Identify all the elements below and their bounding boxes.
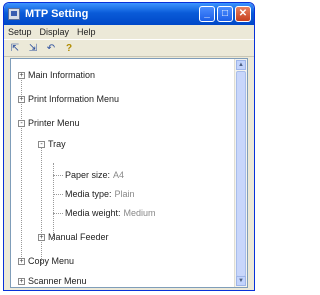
collapse-icon[interactable]: - [18,120,25,127]
tree-item-printer-menu[interactable]: - Printer Menu [18,117,80,130]
tree-item-label: Manual Feeder [48,232,109,242]
media-weight-value: Medium [123,208,156,218]
menu-help[interactable]: Help [77,27,96,37]
tree-item-label: Printer Menu [28,118,80,128]
scroll-up-icon[interactable]: ▲ [236,60,246,70]
help-icon[interactable]: ? [62,42,76,54]
tree-item-label: Scanner Menu [28,276,87,286]
expand-icon[interactable]: + [18,278,25,285]
expand-icon[interactable]: + [38,234,45,241]
tree-item-label: Tray [48,139,66,149]
paper-size-value: A4 [113,170,125,180]
scroll-down-icon[interactable]: ▼ [236,276,246,286]
tree-item-tray[interactable]: - Tray [38,138,66,151]
vertical-scrollbar[interactable]: ▲ ▼ [234,59,247,287]
tree-item-media-type[interactable]: Media type: Plain [65,188,135,201]
tree-item-label: Media weight: [65,208,121,218]
save-icon[interactable]: ⇲ [26,42,40,54]
mtp-setting-window: MTP Setting _ □ ✕ Setup Display Help ⇱ ⇲… [3,2,255,291]
menu-display[interactable]: Display [40,27,70,37]
tree-item-label: Paper size: [65,170,111,180]
title-bar[interactable]: MTP Setting _ □ ✕ [4,3,254,25]
expand-icon[interactable]: + [18,96,25,103]
minimize-button[interactable]: _ [199,6,215,22]
toolbar: ⇱ ⇲ ↶ ? [4,39,254,57]
tree-item-copy-menu[interactable]: + Copy Menu [18,255,74,268]
tree-item-scanner-menu[interactable]: + Scanner Menu [18,275,87,287]
tree-item-paper-size[interactable]: Paper size: A4 [65,169,124,182]
collapse-icon[interactable]: - [38,141,45,148]
tree-hline [53,175,63,176]
settings-tree[interactable]: + Main Information + Print Information M… [10,58,248,288]
tree-item-media-weight[interactable]: Media weight: Medium [65,207,156,220]
tree-item-manual-feeder[interactable]: + Manual Feeder [38,231,109,244]
tree-item-label: Media type: [65,189,112,199]
app-icon [8,8,20,20]
scroll-thumb[interactable] [236,71,246,277]
tree-item-label: Print Information Menu [28,94,120,104]
expand-icon[interactable]: + [18,72,25,79]
menu-setup[interactable]: Setup [8,27,32,37]
close-button[interactable]: ✕ [235,6,251,22]
window-title: MTP Setting [25,8,89,20]
maximize-button[interactable]: □ [217,6,233,22]
media-type-value: Plain [114,189,135,199]
open-icon[interactable]: ⇱ [8,42,22,54]
tree-area: + Main Information + Print Information M… [11,59,235,287]
tree-item-main-information[interactable]: + Main Information [18,69,95,82]
tree-item-print-information-menu[interactable]: + Print Information Menu [18,93,119,106]
tree-hline [53,213,63,214]
expand-icon[interactable]: + [18,258,25,265]
tree-hline [53,194,63,195]
tree-item-label: Copy Menu [28,256,75,266]
tree-item-label: Main Information [28,70,96,80]
undo-icon[interactable]: ↶ [44,42,58,54]
menu-bar: Setup Display Help [4,25,254,39]
tree-line-printer [41,145,42,265]
